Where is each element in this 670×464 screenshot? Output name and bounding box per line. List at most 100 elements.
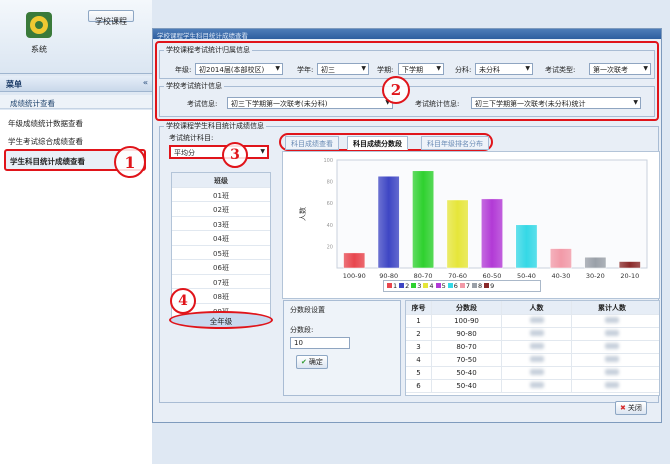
exam-info-value: 初三下学期第一次联考(未分科) [231, 100, 328, 108]
type-label: 考试类型: [545, 66, 576, 74]
close-label: 关闭 [627, 404, 642, 412]
bar [515, 224, 538, 269]
y-tick-label: 60 [327, 201, 333, 207]
redacted-value [529, 369, 544, 375]
legend-swatch [459, 283, 465, 288]
table-row[interactable]: 2 90-80 [406, 328, 659, 341]
school-course-button[interactable]: 学校课程 [88, 10, 134, 26]
redacted-value [529, 343, 544, 349]
class-item[interactable]: 02班 [172, 202, 270, 217]
legend-label: 2 [405, 282, 410, 290]
table-row[interactable]: 3 80-70 [406, 341, 659, 354]
table-cell: 80-70 [432, 341, 502, 353]
legend-entry: 1 [387, 282, 397, 290]
close-icon: ✖ [620, 404, 626, 412]
table-cell [502, 380, 572, 392]
year-select[interactable]: 初三 ▼ [317, 63, 369, 75]
branch-select[interactable]: 未分科 ▼ [475, 63, 533, 75]
subject-label: 考试统计科目: [169, 134, 214, 142]
collapse-icon[interactable]: « [143, 78, 148, 87]
subject-select[interactable]: 平均分 ▼ [169, 145, 269, 159]
term-select[interactable]: 下学期 ▼ [398, 63, 444, 75]
redacted-value [605, 343, 619, 349]
class-item[interactable]: 03班 [172, 217, 270, 231]
class-list-header: 班级 [172, 173, 270, 188]
menu-group-score-stats[interactable]: 成绩统计查看 [0, 95, 152, 109]
tab-score-bands[interactable]: 科目成绩分数段 [347, 136, 408, 150]
table-row[interactable]: 6 50-40 [406, 380, 659, 393]
class-item[interactable]: 05班 [172, 246, 270, 260]
menu-item-exam-scores[interactable]: 学生考试综合成绩查看 [8, 136, 83, 147]
confirm-button[interactable]: ✔ 确定 [296, 355, 328, 369]
table-cell [502, 354, 572, 366]
legend-swatch [484, 283, 490, 288]
exam-info-label: 考试信息: [187, 100, 218, 108]
exam-stat-value: 初三下学期第一次联考(未分科)统计 [475, 100, 586, 108]
table-cell [502, 341, 572, 353]
school-course-label: 学校课程 [95, 17, 127, 26]
system-button[interactable]: 系统 [16, 10, 62, 70]
band-width-input[interactable]: 10 [290, 337, 350, 349]
system-label: 系统 [31, 45, 47, 54]
subject-value: 平均分 [174, 149, 195, 157]
confirm-label: 确定 [308, 358, 323, 366]
grade-select[interactable]: 初2014届(本部校区) ▼ [195, 63, 283, 75]
legend-entry: 7 [459, 282, 470, 290]
y-axis-label: 人数 [298, 207, 307, 221]
legend-entry: 5 [435, 282, 446, 290]
exam-stat-select[interactable]: 初三下学期第一次联考(未分科)统计 ▼ [471, 97, 641, 109]
table-cell: 70-50 [432, 354, 502, 366]
table-cell: 2 [406, 328, 432, 340]
year-label: 学年: [297, 66, 314, 74]
legend-label: 5 [441, 282, 446, 290]
tab-subject-scores[interactable]: 科目成绩查看 [285, 136, 339, 150]
chevron-down-icon: ▼ [275, 65, 280, 72]
legend-swatch [447, 283, 453, 288]
tab-grade-rank[interactable]: 科目年级排名分布 [421, 136, 489, 150]
legend-label: 8 [477, 282, 483, 290]
y-tick-label: 100 [323, 158, 333, 164]
x-tick-label: 80-70 [414, 272, 433, 280]
legend-entry: 4 [423, 282, 434, 290]
menu-item-grade-stats[interactable]: 年级成绩统计数据查看 [8, 118, 83, 129]
chart-legend: 123456789 [383, 280, 541, 292]
class-item[interactable]: 04班 [172, 231, 270, 246]
chevron-down-icon: ▼ [436, 65, 441, 72]
legend-entry: 6 [447, 282, 458, 290]
legend-label: 9 [490, 282, 495, 290]
legend-entry: 2 [399, 282, 409, 290]
legend-swatch [471, 283, 477, 288]
table-header: 序号 分数段 人数 累计人数 [406, 301, 659, 315]
bar [584, 256, 607, 269]
table-cell: 5 [406, 367, 432, 379]
legend-swatch [435, 283, 441, 288]
table-row[interactable]: 4 70-50 [406, 354, 659, 367]
table-cell [502, 315, 572, 327]
legend-swatch [423, 283, 429, 288]
redacted-value [605, 356, 619, 362]
class-item[interactable]: 07班 [172, 275, 270, 289]
col-header: 分数段 [432, 301, 502, 314]
module-toolbar: 系统 学校课程 [0, 0, 152, 74]
y-tick-label: 40 [327, 223, 333, 229]
table-row[interactable]: 1 100-90 [406, 315, 659, 328]
bar [618, 261, 641, 269]
chart-panel: 人数 100 80 60 40 20 100-90 90-80 80-70 70-60 60-50 5… [282, 151, 660, 299]
x-tick-label: 70-60 [448, 272, 467, 280]
exam-info-select[interactable]: 初三下学期第一次联考(未分科) ▼ [227, 97, 393, 109]
chevron-down-icon: ▼ [525, 65, 530, 72]
y-tick-label: 80 [327, 180, 333, 186]
chevron-down-icon: ▼ [260, 148, 265, 155]
type-select[interactable]: 第一次联考 ▼ [589, 63, 651, 75]
score-band-settings: 分数段设置 分数段: 10 ✔ 确定 [283, 300, 401, 396]
col-header: 人数 [502, 301, 572, 314]
type-value: 第一次联考 [593, 66, 628, 74]
redacted-value [529, 317, 544, 323]
table-cell [502, 328, 572, 340]
x-tick-label: 100-90 [343, 272, 366, 280]
class-item[interactable]: 06班 [172, 260, 270, 275]
table-row[interactable]: 5 50-40 [406, 367, 659, 380]
class-item[interactable]: 01班 [172, 188, 270, 202]
redacted-value [529, 356, 544, 362]
close-button[interactable]: ✖ 关闭 [615, 401, 647, 415]
